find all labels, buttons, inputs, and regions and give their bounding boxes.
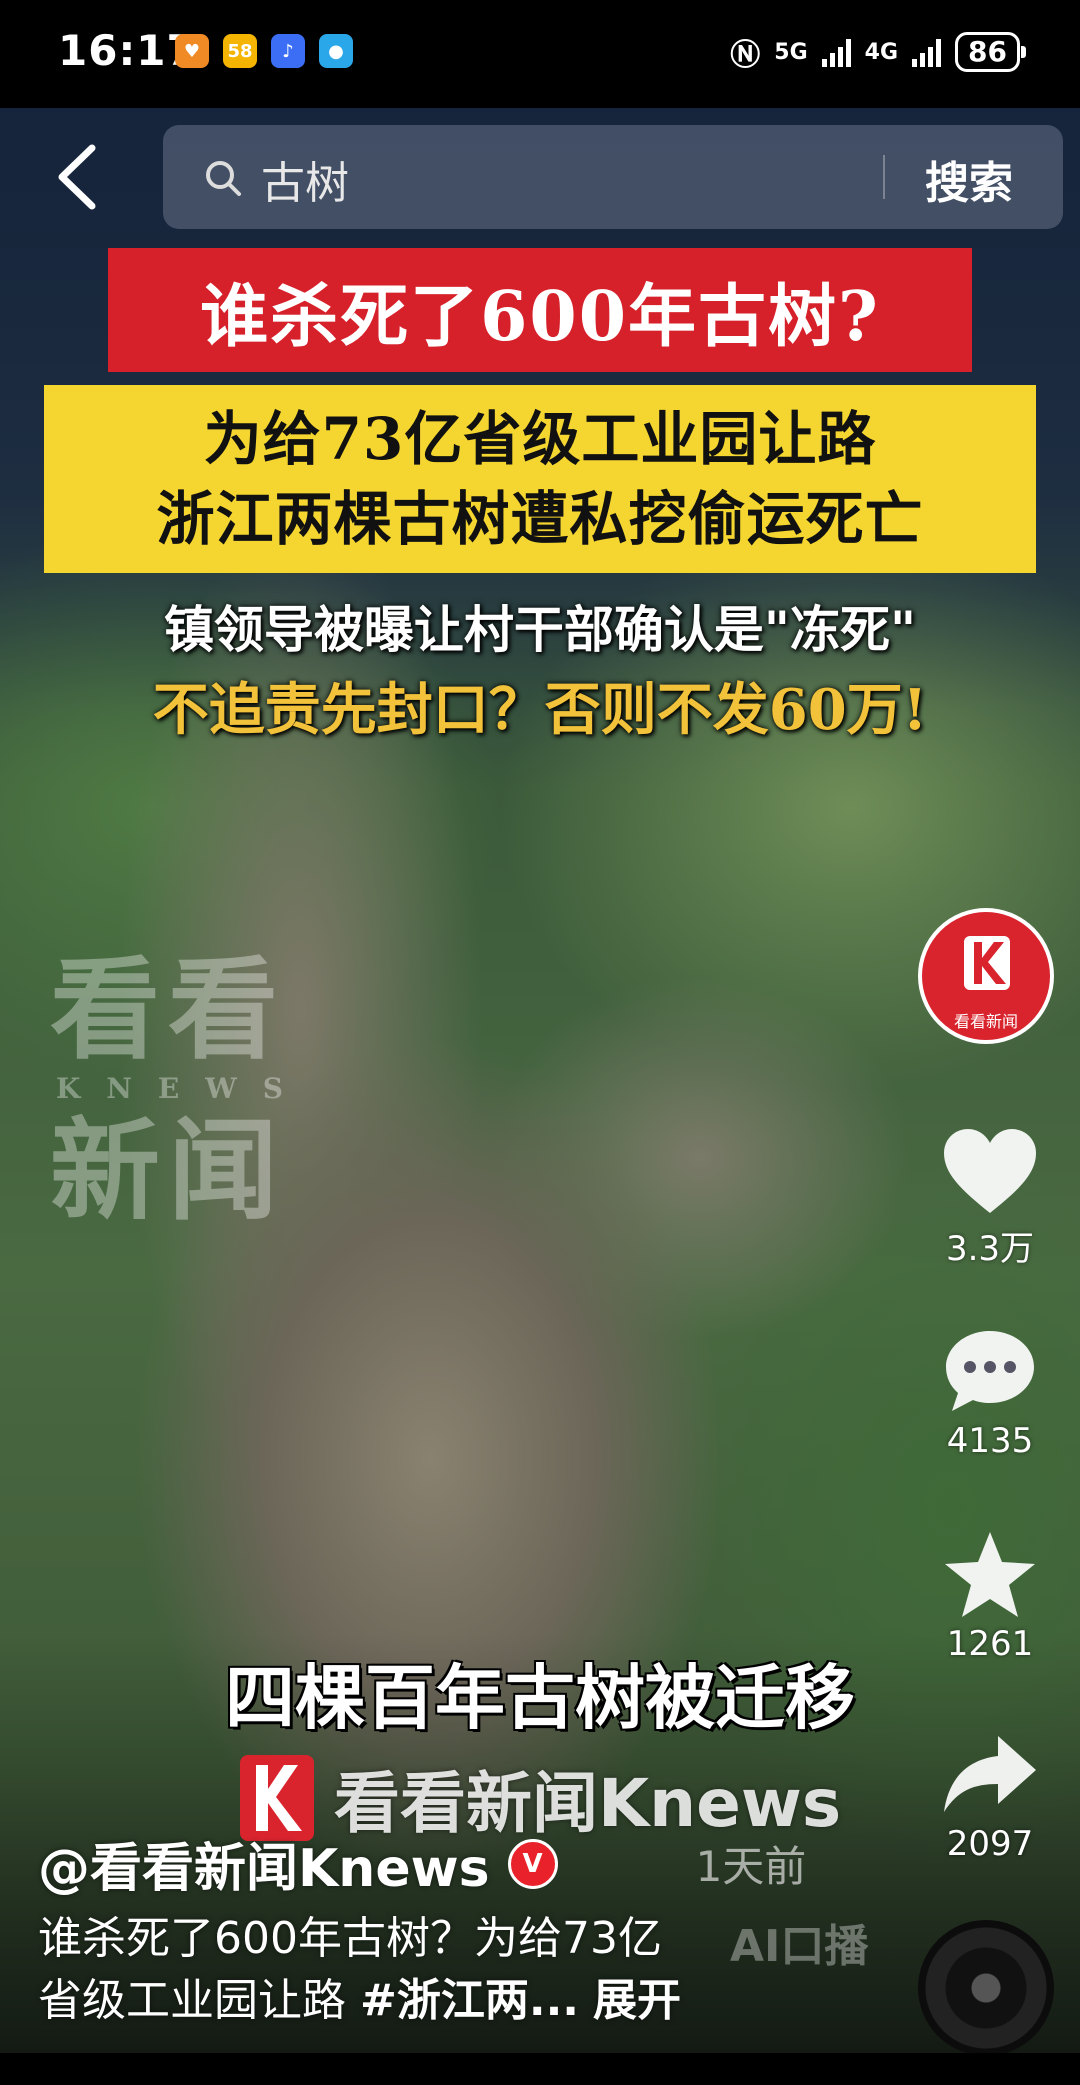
app-58-icon: 58 bbox=[223, 34, 257, 68]
video-headline: 谁杀死了600年古树? bbox=[108, 248, 972, 372]
system-nav-bar bbox=[0, 2053, 1080, 2085]
ai-narration-label: AI口播 bbox=[730, 1921, 869, 1972]
share-count: 2097 bbox=[946, 1824, 1034, 1864]
watermark-line-1: 看看 bbox=[50, 945, 286, 1074]
battery-indicator: 86 bbox=[955, 32, 1026, 72]
expand-button[interactable]: 展开 bbox=[593, 1975, 681, 2026]
heart-icon bbox=[944, 1129, 1036, 1213]
signal-5g-icon bbox=[821, 37, 851, 67]
search-icon bbox=[206, 161, 241, 196]
watermark-sub: KNEWS bbox=[56, 1072, 309, 1105]
author-name[interactable]: @看看新闻Knews bbox=[38, 1826, 490, 1901]
video-text-line-4: 不追责先封口？否则不发60万! bbox=[152, 677, 928, 743]
notification-icons: ♥ 58 ♪ ● bbox=[175, 34, 353, 68]
back-button[interactable] bbox=[50, 142, 110, 212]
channel-watermark: 看看 KNEWS 新闻 bbox=[50, 950, 309, 1231]
comment-count: 4135 bbox=[946, 1421, 1034, 1461]
nfc-icon: Ⓝ bbox=[730, 38, 761, 73]
video-subhead: 为给73亿省级工业园让路 浙江两棵古树遭私挖偷运死亡 bbox=[44, 385, 1036, 573]
search-button[interactable]: 搜索 bbox=[925, 147, 1013, 211]
subhead-line-2: 浙江两棵古树遭私挖偷运死亡 bbox=[156, 485, 924, 553]
description-line-2: 省级工业园让路 bbox=[38, 1975, 346, 2026]
signal-4g-icon bbox=[912, 37, 942, 67]
video-text-line-3: 镇领导被曝让村干部确认是"冻死" bbox=[163, 600, 917, 659]
search-bar[interactable]: 古树 搜索 bbox=[163, 125, 1063, 229]
chevron-left-icon bbox=[58, 144, 96, 210]
verified-badge-icon: V bbox=[507, 1838, 558, 1889]
subhead-line-1: 为给73亿省级工业园让路 bbox=[203, 405, 877, 473]
description-line-2-row: 省级工业园让路 #浙江两... 展开 bbox=[38, 1970, 888, 2032]
network-4g-label: 4G bbox=[864, 39, 899, 65]
hashtag-link[interactable]: #浙江两... bbox=[360, 1975, 579, 2026]
system-icons: Ⓝ 5G 4G 86 bbox=[730, 30, 1026, 74]
author-row: @看看新闻Knews V 1天前 bbox=[38, 1826, 806, 1901]
comment-button[interactable]: 4135 bbox=[930, 1325, 1050, 1461]
music-disc-icon[interactable] bbox=[918, 1920, 1054, 2056]
comment-icon bbox=[946, 1331, 1034, 1411]
search-divider bbox=[883, 155, 885, 199]
like-button[interactable]: 3.3万 bbox=[930, 1125, 1050, 1270]
search-input[interactable]: 古树 bbox=[261, 147, 349, 211]
author-avatar[interactable]: 看看新闻 bbox=[918, 908, 1054, 1044]
watermark-line-2: 新闻 bbox=[50, 1106, 286, 1235]
share-button[interactable]: 2097 bbox=[930, 1728, 1050, 1864]
music-icon: ♪ bbox=[271, 34, 305, 68]
status-bar: 16:17 ♥ 58 ♪ ● Ⓝ 5G 4G 86 bbox=[0, 0, 1080, 108]
post-time: 1天前 bbox=[695, 1842, 807, 1891]
star-icon bbox=[945, 1532, 1035, 1617]
network-5g-label: 5G bbox=[774, 39, 808, 65]
app-blue-icon: ● bbox=[319, 34, 353, 68]
avatar-label: 看看新闻 bbox=[953, 1012, 1018, 1031]
like-count: 3.3万 bbox=[945, 1229, 1035, 1269]
video-caption: 四棵百年古树被迁移 bbox=[225, 1657, 855, 1739]
knews-logo-icon bbox=[964, 936, 1010, 990]
app-orange-icon: ♥ bbox=[175, 34, 209, 68]
